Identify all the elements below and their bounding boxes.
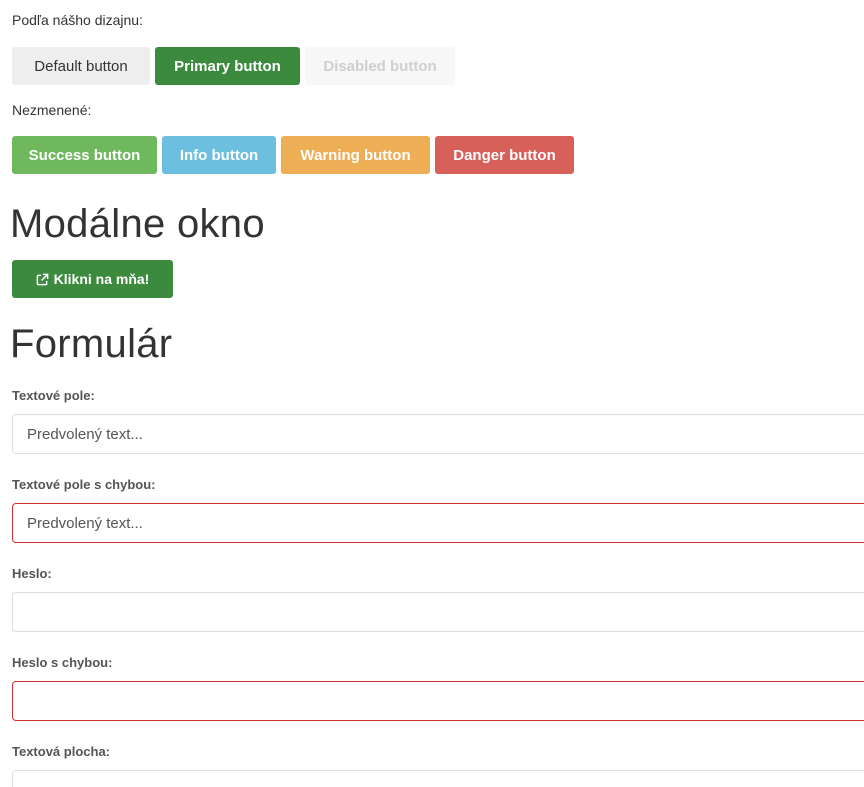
password-error-field[interactable] [12,681,864,721]
form-heading: Formulár [10,322,173,366]
open-modal-button-label: Klikni na mňa! [53,271,150,287]
danger-button[interactable]: Danger button [435,136,574,174]
page: Podľa nášho dizajnu: Default button Prim… [0,0,864,787]
info-button[interactable]: Info button [162,136,276,174]
text-field-label: Textové pole: [12,388,95,403]
unchanged-label: Nezmenené: [12,102,92,118]
modal-heading: Modálne okno [10,202,265,246]
password-field[interactable] [12,592,864,632]
default-button[interactable]: Default button [12,47,150,85]
text-field[interactable] [12,414,864,454]
password-label: Heslo: [12,566,52,581]
external-link-icon [36,273,49,286]
textarea-field[interactable] [12,770,864,787]
password-error-label: Heslo s chybou: [12,655,113,670]
open-modal-button[interactable]: Klikni na mňa! [12,260,173,298]
textarea-label: Textová plocha: [12,744,111,759]
primary-button[interactable]: Primary button [155,47,300,85]
text-field-error-label: Textové pole s chybou: [12,477,156,492]
warning-button[interactable]: Warning button [281,136,430,174]
disabled-button: Disabled button [305,47,455,85]
text-field-error[interactable] [12,503,864,543]
our-design-label: Podľa nášho dizajnu: [12,12,143,28]
success-button[interactable]: Success button [12,136,157,174]
